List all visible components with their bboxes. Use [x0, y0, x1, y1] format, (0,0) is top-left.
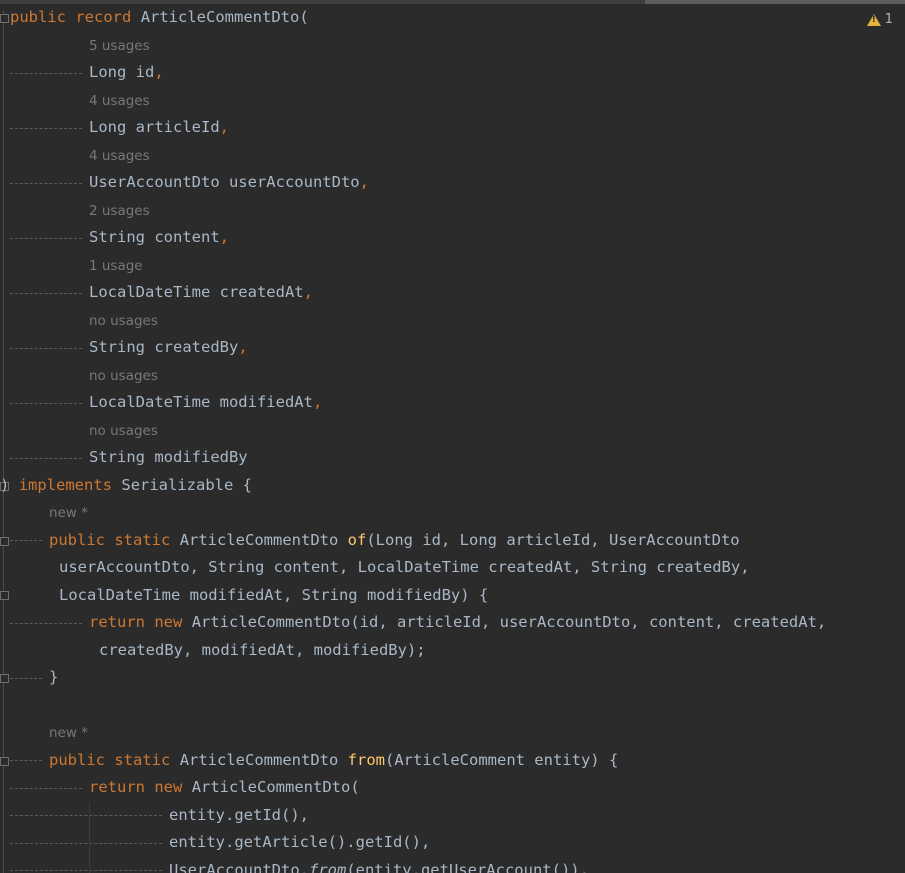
code-line[interactable]: ) implements Serializable {: [0, 472, 905, 500]
indent-dash: [10, 540, 42, 542]
fold-marker[interactable]: [0, 537, 9, 546]
usage-hint-line: no usages: [10, 417, 905, 445]
keyword: static: [114, 530, 171, 549]
author-hint[interactable]: new *: [49, 505, 88, 521]
code-editor[interactable]: 1 public record ArticleCommentDto( 5 usa…: [0, 0, 905, 873]
record-field: String createdBy: [89, 338, 239, 356]
record-field: String modifiedBy: [89, 448, 248, 466]
author-hint[interactable]: new *: [49, 725, 88, 741]
indent-dash: [10, 787, 82, 789]
indent-dash: [10, 760, 42, 762]
record-field: UserAccountDto userAccountDto: [89, 173, 360, 191]
usage-hint[interactable]: 4 usages: [89, 93, 150, 109]
indent-guide: [89, 856, 90, 873]
usage-hint-line: new *: [10, 719, 905, 747]
usage-hint[interactable]: 5 usages: [89, 38, 150, 54]
keyword: new: [154, 613, 183, 631]
indent-dash: [10, 870, 162, 872]
code-line[interactable]: UserAccountDto userAccountDto,: [10, 169, 905, 197]
keyword: implements: [18, 475, 113, 494]
code-line[interactable]: public record ArticleCommentDto(: [10, 4, 905, 32]
indent-dash: [10, 72, 82, 74]
code-line[interactable]: Long id,: [10, 59, 905, 87]
code-line[interactable]: String modifiedBy: [10, 444, 905, 472]
code-line[interactable]: String createdBy,: [10, 334, 905, 362]
fold-gutter-line: [3, 10, 4, 873]
code-area[interactable]: public record ArticleCommentDto( 5 usage…: [0, 4, 905, 873]
indent-dash: [10, 402, 82, 404]
keyword: return: [89, 613, 145, 631]
usage-hint[interactable]: 2 usages: [89, 203, 150, 219]
keyword: public: [10, 8, 66, 26]
fold-marker[interactable]: [0, 757, 9, 766]
code-line[interactable]: }: [10, 664, 905, 692]
usage-hint[interactable]: no usages: [89, 313, 158, 329]
keyword: return: [89, 778, 145, 796]
record-field: LocalDateTime modifiedAt: [89, 393, 313, 411]
blank-line[interactable]: [10, 692, 905, 720]
keyword: public: [49, 750, 105, 769]
indent-guide: [89, 801, 90, 829]
code-line[interactable]: String content,: [10, 224, 905, 252]
keyword: new: [154, 778, 183, 796]
code-line[interactable]: entity.getArticle().getId(),: [10, 829, 905, 857]
indent-dash: [10, 457, 82, 459]
code-line[interactable]: entity.getId(),: [10, 801, 905, 829]
code-line[interactable]: createdBy, modifiedAt, modifiedBy);: [10, 637, 905, 665]
indent-dash: [10, 622, 82, 624]
usage-hint-line: 5 usages: [10, 32, 905, 60]
fold-marker[interactable]: [0, 14, 9, 23]
code-line[interactable]: UserAccountDto.from(entity.getUserAccoun…: [10, 856, 905, 873]
indent-dash: [10, 842, 162, 844]
keyword: public: [49, 530, 105, 549]
fold-marker[interactable]: [0, 674, 9, 683]
usage-hint-line: new *: [10, 499, 905, 527]
indent-dash: [10, 677, 42, 679]
code-line[interactable]: LocalDateTime modifiedAt,: [10, 389, 905, 417]
usage-hint[interactable]: 1 usage: [89, 258, 143, 274]
method-name: of: [347, 530, 367, 549]
code-line[interactable]: public static ArticleCommentDto of(Long …: [10, 527, 905, 555]
record-field: Long id: [89, 63, 155, 81]
code-line[interactable]: Long articleId,: [10, 114, 905, 142]
indent-guide: [89, 829, 90, 857]
fold-marker[interactable]: [0, 591, 9, 600]
record-declaration: ArticleCommentDto(: [140, 8, 309, 26]
usage-hint-line: 4 usages: [10, 142, 905, 170]
usage-hint-line: 4 usages: [10, 87, 905, 115]
method-name: from: [347, 750, 385, 769]
usage-hint[interactable]: no usages: [89, 423, 158, 439]
usage-hint-line: no usages: [10, 307, 905, 335]
record-field: Long articleId: [89, 118, 220, 136]
usage-hint-line: 2 usages: [10, 197, 905, 225]
indent-dash: [10, 127, 82, 129]
keyword: record: [75, 8, 132, 26]
keyword: static: [114, 750, 171, 769]
code-line[interactable]: LocalDateTime createdAt,: [10, 279, 905, 307]
indent-dash: [10, 292, 82, 294]
code-line[interactable]: userAccountDto, String content, LocalDat…: [10, 554, 905, 582]
usage-hint[interactable]: no usages: [89, 368, 158, 384]
code-line[interactable]: public static ArticleCommentDto from(Art…: [10, 747, 905, 775]
static-method-call: from: [308, 860, 347, 873]
indent-dash: [10, 182, 82, 184]
code-line[interactable]: LocalDateTime modifiedAt, String modifie…: [10, 582, 905, 610]
record-field: LocalDateTime createdAt: [89, 283, 304, 301]
usage-hint-line: no usages: [10, 362, 905, 390]
indent-dash: [10, 347, 82, 349]
usage-hint-line: 1 usage: [10, 252, 905, 280]
indent-dash: [10, 815, 162, 817]
indent-dash: [10, 237, 82, 239]
record-field: String content: [89, 228, 220, 246]
usage-hint[interactable]: 4 usages: [89, 148, 150, 164]
code-line[interactable]: return new ArticleCommentDto(: [10, 774, 905, 802]
code-line[interactable]: return new ArticleCommentDto(id, article…: [10, 609, 905, 637]
